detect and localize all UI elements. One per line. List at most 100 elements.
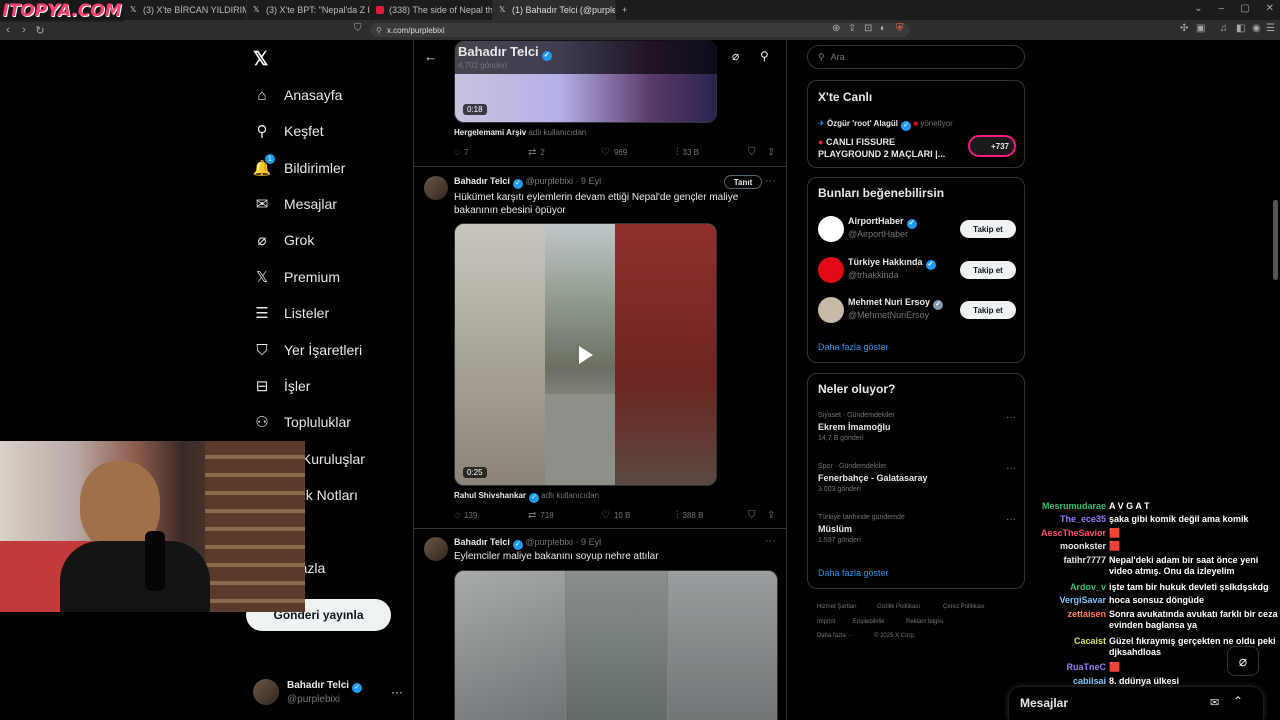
follow-button[interactable]: Takip et — [960, 261, 1016, 279]
browser-tab-3[interactable]: (338) The side of Nepal the media w× — [370, 0, 493, 20]
play-icon[interactable] — [578, 345, 593, 364]
wallet-icon[interactable]: ▣ — [1196, 23, 1205, 34]
promote-button[interactable]: Tanıt — [724, 175, 762, 189]
zoom-icon[interactable]: ⊕ — [832, 23, 840, 34]
more-options-icon[interactable]: ··· — [1006, 514, 1016, 525]
install-icon[interactable]: ⊡ — [864, 23, 872, 34]
nav-item-mail[interactable]: ✉ Mesajlar — [252, 191, 337, 217]
share-button[interactable]: ⇪ — [767, 147, 775, 158]
footer-link[interactable]: Reklam bilgisi — [906, 619, 943, 625]
nav-item-list[interactable]: ☰ Listeler — [252, 300, 329, 326]
nav-item-communities[interactable]: ⚇ Topluluklar — [252, 409, 351, 435]
footer-link[interactable]: Gizlilik Politikası — [877, 604, 920, 610]
search-input[interactable]: ⚲ Ara — [807, 45, 1025, 69]
minimize-icon[interactable]: – — [1219, 3, 1225, 14]
new-tab-button[interactable]: + — [616, 0, 636, 20]
like-button[interactable]: ♡ 969 — [601, 147, 627, 158]
tweet-time[interactable]: · 9 Eyl — [576, 176, 602, 186]
share-button[interactable]: ⇪ — [767, 510, 775, 521]
follow-button[interactable]: Takip et — [960, 301, 1016, 319]
author-name[interactable]: Bahadır Telci — [454, 537, 510, 547]
follow-suggestion[interactable]: AirportHaber ✓ @AirportHaber Takip et — [818, 214, 1016, 244]
trend-item[interactable]: Türkiye tarihinde gündemde Müslüm 1.597 … — [818, 514, 1016, 544]
bookmark-button[interactable]: ⛉ — [748, 147, 756, 158]
bookmark-button[interactable]: ⛉ — [748, 510, 756, 521]
repost-button[interactable]: ⇄ 2 — [528, 147, 545, 158]
expand-chevron-icon[interactable]: ⌃ — [1233, 694, 1243, 708]
browser-tab-2[interactable]: 𝕏(3) X'te BPT: "Nepal'da Z kuşağının ta× — [247, 0, 370, 20]
video-attribution[interactable]: Rahul Shivshankar ✓ adlı kullanıcıdan — [454, 491, 599, 503]
show-more-link[interactable]: Daha fazla göster — [818, 568, 889, 578]
extension-icon[interactable]: ◐ — [880, 23, 886, 34]
nav-item-grok[interactable]: ⌀ Grok — [252, 227, 314, 253]
nav-item-bookmark[interactable]: ⛉ Yer İşaretleri — [252, 337, 362, 363]
more-options-icon[interactable]: ··· — [765, 535, 776, 547]
back-arrow-icon[interactable]: ← — [424, 49, 437, 64]
footer-link[interactable]: Hizmet Şartları — [817, 604, 857, 610]
messages-drawer[interactable]: Mesajlar ✉ ⌃ — [1009, 687, 1263, 720]
video-attribution[interactable]: Hergelemami Arşiv adlı kullanıcıdan — [454, 128, 586, 137]
grok-icon[interactable]: ⌀ — [732, 49, 739, 63]
sidebar-toggle-icon[interactable]: ◧ — [1236, 23, 1245, 34]
close-window-icon[interactable]: ✕ — [1266, 3, 1274, 14]
menu-icon[interactable]: ☰ — [1266, 23, 1275, 34]
author-name[interactable]: Bahadır Telci — [454, 176, 510, 186]
video-thumbnail[interactable]: 0:25 — [454, 223, 717, 486]
nav-item-bell[interactable]: 🔔 1 Bildirimler — [252, 154, 345, 181]
bookmark-page-icon[interactable]: ⛉ — [354, 23, 362, 34]
avatar[interactable] — [424, 537, 448, 561]
avatar[interactable] — [424, 176, 448, 200]
new-message-icon[interactable]: ✉ — [1210, 696, 1219, 709]
browser-tab-4-active[interactable]: 𝕏(1) Bahadır Telci (@purplebixi) / X× — [493, 0, 616, 20]
more-options-icon[interactable]: ··· — [765, 175, 776, 187]
live-stream-title[interactable]: ● CANLI FISSURE PLAYGROUND 2 MAÇLARI |..… — [818, 136, 953, 160]
back-nav-icon[interactable]: ‹ — [0, 24, 16, 36]
listeners-badge[interactable]: +737 — [968, 135, 1016, 157]
brave-shield-icon[interactable]: ⛨ — [896, 23, 904, 34]
footer-link[interactable]: Erişilebilirlik — [853, 619, 884, 625]
profile-icon[interactable]: ◉ — [1252, 23, 1261, 34]
reply-button[interactable]: ◌ 139 — [454, 510, 477, 521]
image-grid[interactable] — [454, 570, 778, 720]
author-handle[interactable]: @purplebixi — [525, 176, 573, 186]
page-scrollbar[interactable] — [1273, 200, 1278, 280]
tab-search-icon[interactable]: ⌄ — [1194, 3, 1202, 14]
follow-suggestion[interactable]: Türkiye Hakkında ✓ @trhakkinda Takip et — [818, 255, 1016, 285]
nav-item-x-logo[interactable]: 𝕏 Premium — [252, 264, 340, 290]
views-button[interactable]: ⫶ 33 B — [676, 147, 699, 158]
site-info-icon[interactable]: ⚲ — [376, 26, 382, 35]
more-options-icon[interactable]: ··· — [391, 685, 403, 699]
grok-floating-icon[interactable]: ⌀ — [1227, 646, 1259, 676]
nav-item-home[interactable]: ⌂ Anasayfa — [252, 82, 342, 108]
nav-item-briefcase[interactable]: ⊟ İşler — [252, 373, 311, 399]
live-host[interactable]: ✈ Özgür 'root' Alagül ✓ ■ yönetiyor — [818, 119, 953, 131]
footer-link[interactable]: Daha fazla ··· — [817, 633, 853, 639]
nav-item-search[interactable]: ⚲ Keşfet — [252, 118, 324, 144]
browser-tab-1[interactable]: 𝕏(3) X'te BİRCAN YILDIRIM: "Nepal'de× — [124, 0, 247, 20]
trend-item[interactable]: Spor · Gündemdekiler Fenerbahçe - Galata… — [818, 463, 1016, 493]
views-button[interactable]: ⫶ 388 B — [676, 510, 703, 521]
x-logo-icon[interactable]: 𝕏 — [253, 48, 273, 70]
search-icon[interactable]: ⚲ — [760, 49, 769, 63]
show-more-link[interactable]: Daha fazla göster — [818, 342, 889, 352]
repost-button[interactable]: ⇄ 718 — [528, 510, 554, 521]
maximize-icon[interactable]: ▢ — [1240, 3, 1249, 14]
footer-link[interactable]: Çerez Politikası — [943, 604, 985, 610]
author-handle[interactable]: @purplebixi — [525, 537, 573, 547]
follow-button[interactable]: Takip et — [960, 220, 1016, 238]
tweet-time[interactable]: · 9 Eyl — [576, 537, 602, 547]
extensions-puzzle-icon[interactable]: ✣ — [1180, 23, 1188, 34]
media-icon[interactable]: ♫ — [1220, 23, 1228, 34]
like-button[interactable]: ♡ 10 B — [601, 510, 630, 521]
share-icon[interactable]: ⇪ — [848, 23, 856, 34]
reload-icon[interactable]: ↻ — [32, 24, 48, 37]
forward-nav-icon[interactable]: › — [16, 24, 32, 36]
trend-item[interactable]: Siyaset · Gündemdekiler Ekrem İmamoğlu 1… — [818, 412, 1016, 442]
follow-suggestion[interactable]: Mehmet Nuri Ersoy ✓ @MehmetNuriErsoy Taki… — [818, 295, 1016, 325]
more-options-icon[interactable]: ··· — [1006, 463, 1016, 474]
more-options-icon[interactable]: ··· — [1006, 412, 1016, 423]
footer-link[interactable]: Imprint — [817, 619, 835, 625]
url-field[interactable]: ⚲ x.com/purplebixi — [370, 23, 910, 37]
account-switcher[interactable]: Bahadır Telci ✓ @purplebixi ··· — [253, 677, 403, 707]
reply-button[interactable]: ◌ 7 — [454, 147, 468, 158]
